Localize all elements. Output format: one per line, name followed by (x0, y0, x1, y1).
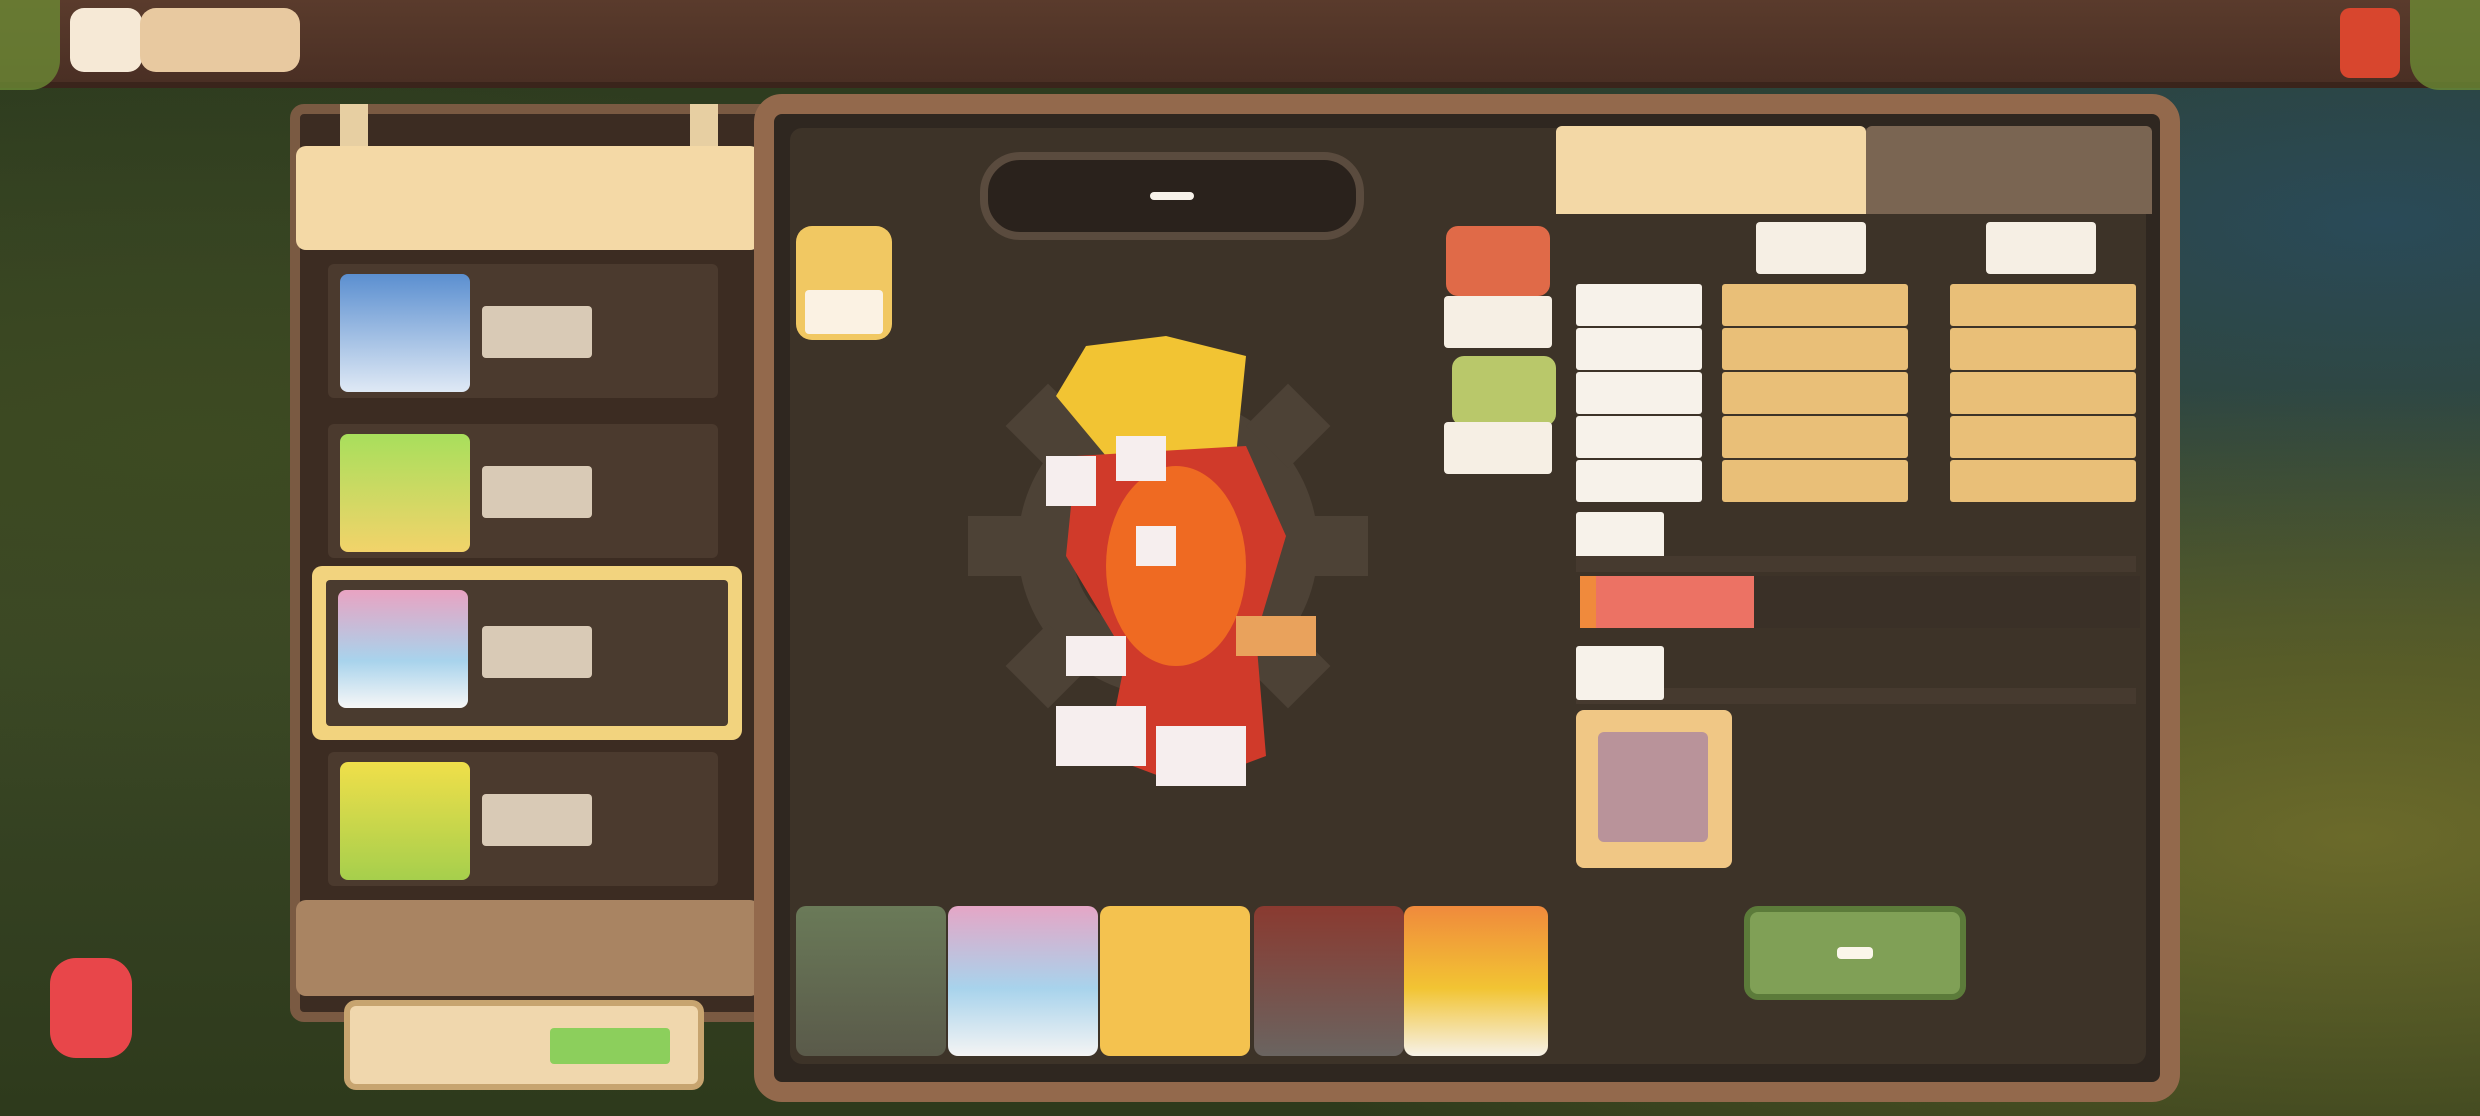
creature-list-item[interactable] (328, 264, 718, 398)
creature-list-item[interactable] (328, 752, 718, 886)
gold-badge (796, 226, 892, 340)
stat-value (1950, 416, 2136, 458)
creature-thumbnail (340, 434, 470, 552)
stat-column-header (1986, 222, 2096, 274)
creature-slot[interactable] (948, 906, 1098, 1056)
creature-name-label (482, 626, 592, 678)
stat-value (1950, 460, 2136, 502)
hp-bar-fill (1580, 576, 1754, 628)
creature-slot-selected[interactable] (1100, 906, 1250, 1056)
creature-slot[interactable] (796, 906, 946, 1056)
stat-label (1576, 460, 1702, 502)
stat-value (1950, 328, 2136, 370)
tab-stats[interactable] (1556, 126, 1866, 214)
stat-value (1722, 460, 1908, 502)
creature-name (1150, 192, 1194, 200)
creature-name-plate (980, 152, 1364, 240)
creature-slot[interactable] (1404, 906, 1548, 1056)
stat-value (1722, 328, 1908, 370)
divider (1576, 556, 2136, 572)
stat-value (1950, 372, 2136, 414)
element-label (1444, 296, 1552, 348)
creature-slot[interactable] (1254, 906, 1404, 1056)
foliage-decoration-right (2410, 0, 2480, 90)
stat-label (1576, 328, 1702, 370)
creature-thumbnail (340, 274, 470, 392)
berry-icon (50, 958, 132, 1058)
equip-label (1576, 646, 1664, 700)
stat-value (1722, 284, 1908, 326)
stat-value (1950, 284, 2136, 326)
tab-info[interactable] (1866, 126, 2152, 214)
foliage-decoration-left (0, 0, 60, 90)
equipped-item-icon (1598, 732, 1708, 842)
creature-name-label (482, 794, 592, 846)
top-beam (0, 0, 2480, 88)
coin-count (140, 8, 300, 72)
coin-icon (70, 8, 142, 72)
creature-name-label (482, 466, 592, 518)
confirm-button[interactable] (1744, 906, 1966, 1000)
apple-icon (2340, 8, 2400, 78)
creature-list-item-selected[interactable] (312, 566, 742, 740)
leaf-element-icon (1452, 356, 1556, 426)
list-footer-button[interactable] (296, 900, 760, 996)
gold-badge-label (805, 290, 883, 334)
stat-label (1576, 416, 1702, 458)
creature-portrait (1046, 336, 1316, 786)
energy-bar (344, 1000, 704, 1090)
stat-value (1722, 372, 1908, 414)
stat-label (1576, 284, 1702, 326)
creature-thumbnail (340, 762, 470, 880)
creature-thumbnail (338, 590, 468, 708)
stat-column-header (1756, 222, 1866, 274)
fire-element-icon (1446, 226, 1550, 296)
creature-name-label (482, 306, 592, 358)
energy-bar-fill (550, 1028, 670, 1064)
creature-list-item[interactable] (328, 424, 718, 558)
stat-value (1722, 416, 1908, 458)
element-label (1444, 422, 1552, 474)
creature-list-header (296, 146, 760, 250)
equipment-slot[interactable] (1576, 710, 1732, 868)
stat-label (1576, 372, 1702, 414)
confirm-button-label (1837, 947, 1873, 959)
